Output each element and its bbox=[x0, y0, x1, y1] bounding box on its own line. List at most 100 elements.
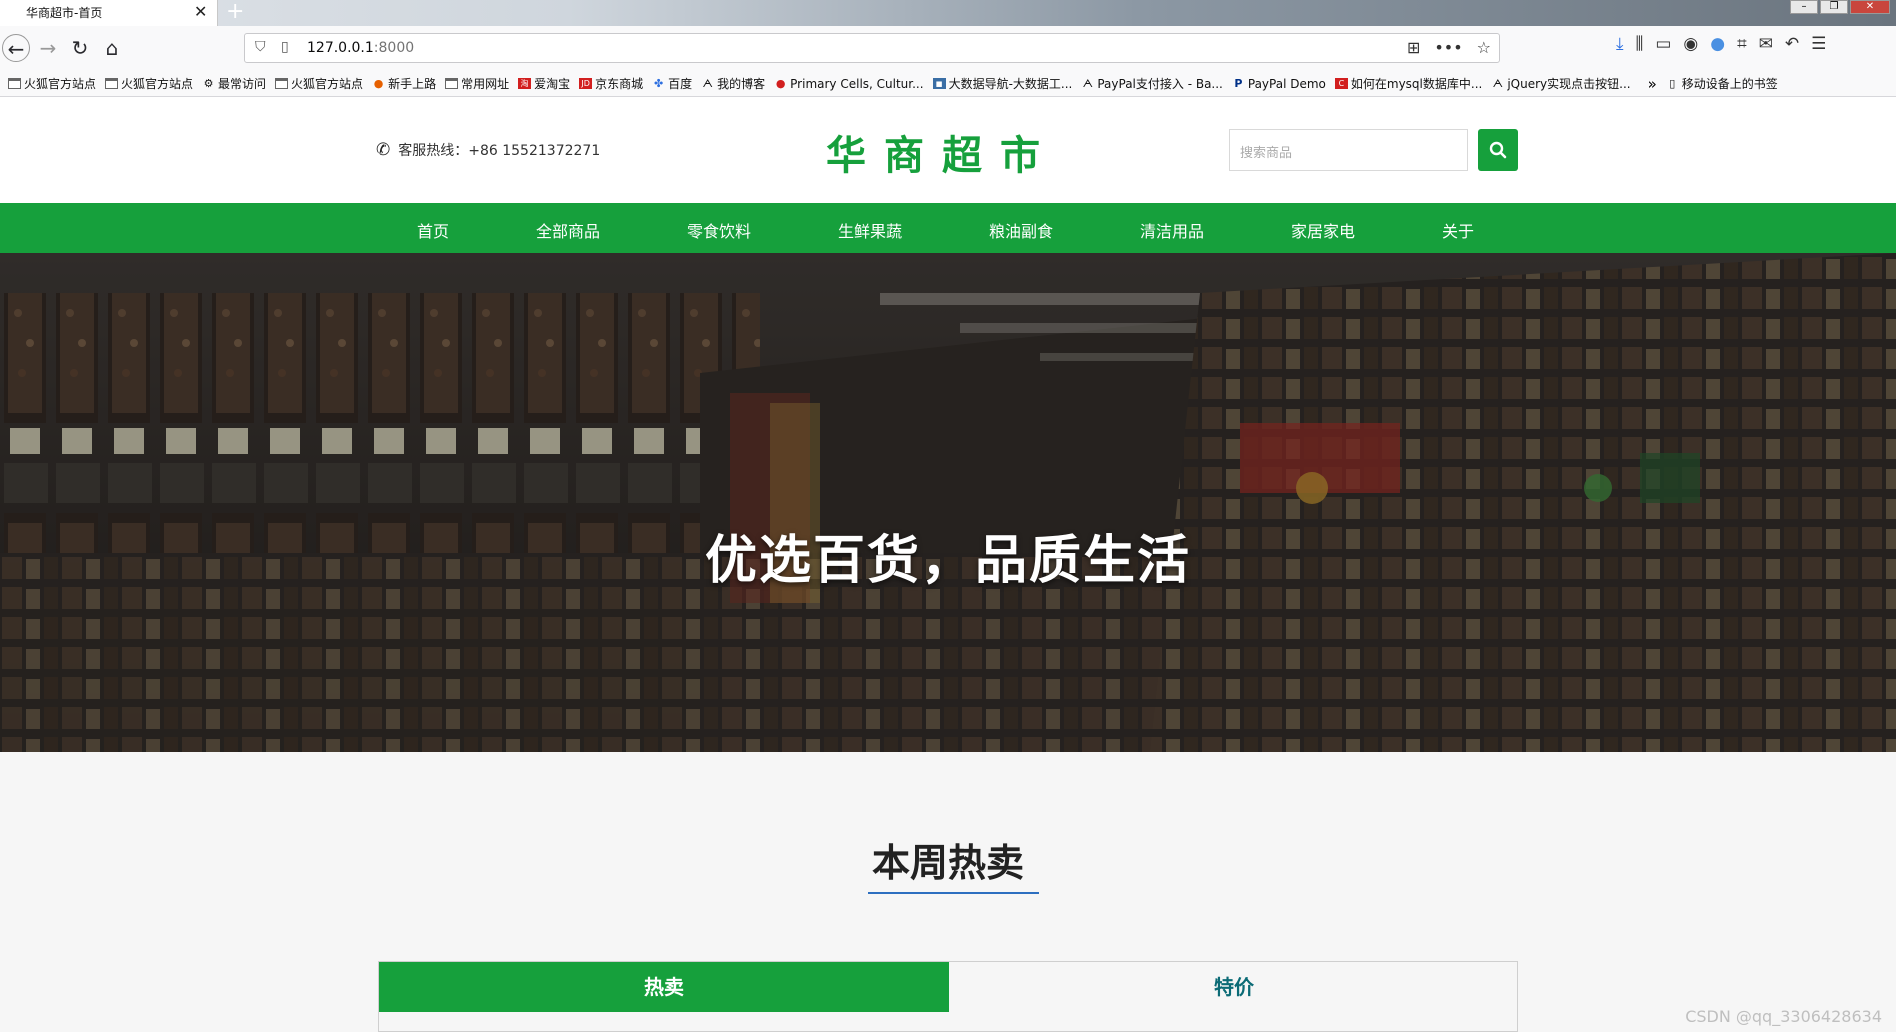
nav-item-home[interactable]: 首页 bbox=[417, 218, 449, 242]
minimize-icon[interactable]: – bbox=[1790, 0, 1818, 14]
nav-item-about[interactable]: 关于 bbox=[1442, 218, 1474, 242]
bookmark-label: 移动设备上的书签 bbox=[1681, 77, 1778, 91]
nav-item-grain-oil[interactable]: 粮油副食 bbox=[989, 218, 1053, 242]
restore-icon[interactable]: ❐ bbox=[1820, 0, 1848, 14]
bookmark-label: 最常访问 bbox=[218, 77, 267, 91]
bookmark-item[interactable]: 常用网址 bbox=[445, 75, 509, 92]
hero-title: 优选百货，品质生活 bbox=[704, 531, 1191, 591]
product-tabs: 热卖 特价 bbox=[378, 961, 1518, 1032]
link-icon: ᗅ bbox=[1082, 77, 1094, 90]
bookmark-label: 如何在mysql数据库中... bbox=[1350, 77, 1483, 91]
url-bar[interactable]: ⛉ ▯ 127.0.0.1:8000 ⊞ ••• ☆ bbox=[244, 33, 1500, 63]
url-actions: ⊞ ••• ☆ bbox=[1407, 38, 1491, 57]
tab-sale[interactable]: 特价 bbox=[949, 962, 1519, 1012]
window-controls: – ❐ ✕ bbox=[1790, 0, 1890, 14]
bookmark-item[interactable]: P PayPal Demo bbox=[1232, 77, 1326, 91]
more-icon[interactable]: ••• bbox=[1434, 38, 1462, 57]
bookmark-label: 火狐官方站点 bbox=[24, 77, 97, 91]
bookmark-item[interactable]: JD 京东商城 bbox=[579, 75, 643, 92]
download-icon[interactable]: ⤓ bbox=[1616, 34, 1624, 54]
browser-tab-active[interactable]: 华商超市-首页 ✕ bbox=[0, 0, 218, 26]
bookmark-item[interactable]: ᗅ 我的博客 bbox=[701, 75, 765, 92]
forward-icon[interactable]: → bbox=[34, 34, 62, 62]
bookmark-item[interactable]: 火狐官方站点 bbox=[8, 75, 96, 92]
bookmark-label: jQuery实现点击按钮... bbox=[1507, 77, 1631, 91]
tab-hot[interactable]: 热卖 bbox=[379, 962, 949, 1012]
undo-icon[interactable]: ↶ bbox=[1785, 34, 1799, 54]
website: ✆ 客服热线：+86 15521372271 华商超市 搜索商品 首页 全部商品… bbox=[0, 97, 1896, 1032]
nav-item-fresh[interactable]: 生鲜果蔬 bbox=[838, 218, 902, 242]
url-port: :8000 bbox=[373, 40, 415, 56]
csdn-icon: C bbox=[1334, 78, 1348, 89]
url-text[interactable]: 127.0.0.1:8000 bbox=[307, 40, 414, 56]
nav-item-cleaning[interactable]: 清洁用品 bbox=[1140, 218, 1204, 242]
jd-icon: JD bbox=[579, 78, 593, 89]
bookmark-label: 大数据导航-大数据工... bbox=[948, 77, 1073, 91]
nav-item-all-products[interactable]: 全部商品 bbox=[536, 218, 600, 242]
section-title: 本周热卖 bbox=[871, 841, 1024, 885]
bookmark-item[interactable]: ⚙ 最常访问 bbox=[202, 75, 266, 92]
search-button[interactable] bbox=[1478, 129, 1518, 171]
bookmarks-bar: 火狐官方站点 火狐官方站点 ⚙ 最常访问 火狐官方站点 ● 新手上路 常用网址 淘爱… bbox=[0, 70, 1896, 97]
red-circle-icon: ● bbox=[775, 77, 786, 90]
new-tab-icon[interactable]: + bbox=[226, 0, 244, 24]
bookmark-item[interactable]: 火狐官方站点 bbox=[105, 75, 193, 92]
folder-icon bbox=[105, 78, 119, 89]
search-input[interactable]: 搜索商品 bbox=[1229, 129, 1468, 171]
image-icon: ▪ bbox=[932, 78, 946, 89]
nav-item-snacks[interactable]: 零食饮料 bbox=[687, 218, 751, 242]
link-icon: ᗅ bbox=[1492, 77, 1504, 90]
main-navigation: 首页 全部商品 零食饮料 生鲜果蔬 粮油副食 清洁用品 家居家电 关于 bbox=[0, 203, 1896, 253]
mobile-icon: ▯ bbox=[1669, 77, 1676, 90]
bookmark-item[interactable]: ᗅ PayPal支付接入 - Ba... bbox=[1081, 75, 1223, 92]
site-logo[interactable]: 华商超市 bbox=[826, 123, 1058, 181]
folder-icon bbox=[445, 78, 459, 89]
bookmark-label: 火狐官方站点 bbox=[291, 77, 364, 91]
bookmark-item[interactable]: 淘爱淘宝 bbox=[518, 75, 570, 92]
globe-icon[interactable]: ● bbox=[1710, 34, 1725, 54]
bookmark-label: PayPal支付接入 - Ba... bbox=[1097, 77, 1223, 91]
bookmark-item[interactable]: ● Primary Cells, Cultur... bbox=[774, 76, 924, 91]
home-icon[interactable]: ⌂ bbox=[98, 34, 126, 62]
bookmark-item[interactable]: ✤ 百度 bbox=[652, 75, 692, 92]
bookmark-item[interactable]: ᗅ jQuery实现点击按钮... bbox=[1491, 75, 1631, 92]
site-header: ✆ 客服热线：+86 15521372271 华商超市 搜索商品 bbox=[0, 97, 1896, 203]
folder-icon bbox=[275, 78, 289, 89]
baidu-icon: ✤ bbox=[654, 77, 664, 90]
taobao-icon: 淘 bbox=[518, 78, 532, 89]
bookmark-item[interactable]: ▯ 移动设备上的书签 bbox=[1666, 75, 1778, 92]
library-icon[interactable]: ⫼ bbox=[1636, 34, 1644, 54]
bookmark-label: Primary Cells, Cultur... bbox=[790, 76, 924, 91]
reload-icon[interactable]: ↻ bbox=[66, 34, 94, 62]
bookmark-label: PayPal Demo bbox=[1247, 76, 1326, 91]
weekly-hot-section: 本周热卖 热卖 特价 CSDN @qq_3306428634 bbox=[0, 752, 1896, 1032]
bookmark-label: 百度 bbox=[668, 77, 693, 91]
account-icon[interactable]: ◉ bbox=[1683, 34, 1698, 54]
sidebar-icon[interactable]: ▭ bbox=[1655, 34, 1671, 54]
bookmark-item[interactable]: ● 新手上路 bbox=[372, 75, 436, 92]
close-icon[interactable]: ✕ bbox=[194, 2, 207, 21]
paypal-icon: P bbox=[1234, 77, 1243, 90]
chevron-right-icon[interactable]: » bbox=[1648, 75, 1657, 93]
browser-chrome: 华商超市-首页 ✕ + – ❐ ✕ ← → ↻ ⌂ ⛉ ▯ 127.0.0.1:… bbox=[0, 0, 1896, 97]
crop-icon[interactable]: ⌗ bbox=[1737, 34, 1747, 54]
bookmark-label: 爱淘宝 bbox=[534, 77, 571, 91]
qr-code-icon[interactable]: ⊞ bbox=[1407, 38, 1420, 57]
bookmark-item[interactable]: C 如何在mysql数据库中... bbox=[1334, 75, 1483, 92]
chat-icon[interactable]: ✉ bbox=[1759, 34, 1773, 54]
bookmark-star-icon[interactable]: ☆ bbox=[1477, 38, 1491, 57]
tab-bar: 华商超市-首页 ✕ + – ❐ ✕ bbox=[0, 0, 1896, 26]
bookmark-label: 我的博客 bbox=[717, 77, 766, 91]
navigation-toolbar: ← → ↻ ⌂ ⛉ ▯ 127.0.0.1:8000 ⊞ ••• ☆ ⤓ ⫼ ▭… bbox=[0, 26, 1896, 70]
window-close-icon[interactable]: ✕ bbox=[1850, 0, 1890, 14]
back-icon[interactable]: ← bbox=[2, 34, 30, 62]
shield-icon[interactable]: ⛉ bbox=[255, 39, 266, 55]
nav-item-home-appliances[interactable]: 家居家电 bbox=[1291, 218, 1355, 242]
bookmark-item[interactable]: 火狐官方站点 bbox=[275, 75, 363, 92]
gear-icon: ⚙ bbox=[203, 77, 214, 90]
link-icon: ᗅ bbox=[702, 77, 713, 90]
bookmark-item[interactable]: ▪ 大数据导航-大数据工... bbox=[932, 75, 1073, 92]
search-icon bbox=[1489, 141, 1507, 159]
menu-icon[interactable]: ☰ bbox=[1811, 34, 1826, 54]
bookmark-label: 火狐官方站点 bbox=[121, 77, 194, 91]
